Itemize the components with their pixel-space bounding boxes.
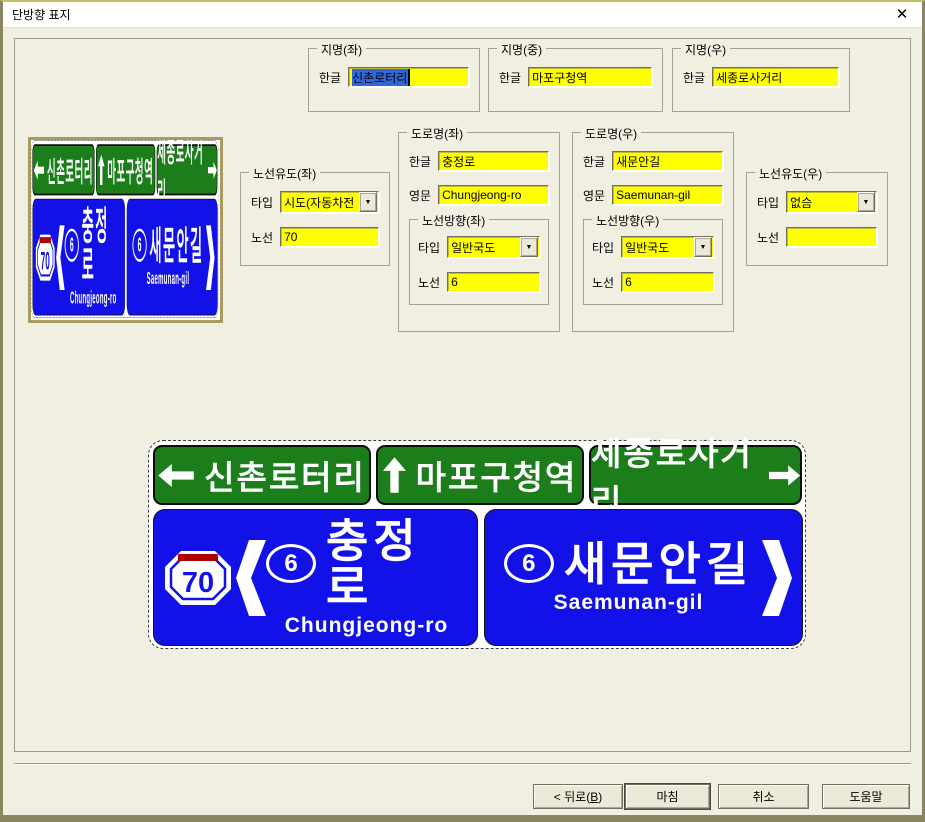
arrow-right-icon — [769, 464, 800, 487]
direction-left-route-input[interactable]: 6 — [447, 272, 540, 292]
group-place-right: 지명(우) 한글 세종로사거리 — [672, 48, 850, 112]
sign-panel-top-right: 세종로사거리 — [589, 445, 802, 505]
chevron-down-icon[interactable]: ▼ — [694, 237, 712, 257]
group-route-direction-right: 노선방향(우) 타입 일반국도 ▼ 노선 6 — [583, 219, 723, 305]
chevron-right-icon — [206, 225, 215, 290]
type-label: 타입 — [251, 194, 273, 211]
group-route-guide-right: 노선유도(우) 타입 없슴 ▼ 노선 — [746, 172, 888, 266]
place-right-hangul-input[interactable]: 세종로사거리 — [712, 67, 839, 87]
titlebar: 단방향 표지 ✕ — [3, 2, 922, 28]
sign-preview: 신촌로터리 마포구청역 세종로사거리 70 6 충정로 C — [148, 440, 806, 649]
sign-panel-road-left: 70 6 충정로 Chungjeong-ro — [32, 199, 125, 316]
sign-panel-road-right: 6 새문안길 Saemunan-gil — [127, 199, 218, 316]
route-guide-right-type-select[interactable]: 없슴 ▼ — [786, 191, 877, 213]
footer-separator — [14, 763, 911, 765]
close-icon[interactable]: ✕ — [891, 7, 913, 22]
selected-text: 신촌로터리 — [352, 69, 410, 86]
route-guide-right-route-input[interactable] — [786, 227, 877, 247]
type-label: 타입 — [418, 239, 440, 256]
arrow-left-icon — [34, 160, 44, 180]
group-road-right: 도로명(우) 한글 새문안길 영문 Saemunan-gil 노선방향(우) 타… — [572, 132, 734, 332]
group-route-direction-left: 노선방향(좌) 타입 일반국도 ▼ 노선 6 — [409, 219, 549, 305]
sign-panel-top-left: 신촌로터리 — [32, 144, 94, 195]
group-route-guide-left: 노선유도(좌) 타입 시도(자동차전 ▼ 노선 70 — [240, 172, 390, 266]
cancel-button[interactable]: 취소 — [718, 784, 809, 809]
road-left-hangul-input[interactable]: 충정로 — [438, 151, 549, 171]
group-title: 노선방향(우) — [592, 212, 663, 229]
direction-right-route-input[interactable]: 6 — [621, 272, 714, 292]
arrow-left-icon — [158, 464, 194, 487]
chevron-right-icon — [762, 540, 792, 616]
hangul-label: 한글 — [319, 69, 341, 86]
group-title: 지명(우) — [681, 41, 730, 58]
group-title: 도로명(좌) — [407, 125, 467, 142]
svg-text:70: 70 — [41, 246, 50, 274]
sign-panel-top-left: 신촌로터리 — [153, 445, 371, 505]
direction-left-type-select[interactable]: 일반국도 ▼ — [447, 236, 540, 258]
road-right-hangul-input[interactable]: 새문안길 — [612, 151, 723, 171]
hangul-label: 한글 — [499, 69, 521, 86]
route-shield-70-icon: 70 — [36, 233, 55, 281]
type-label: 타입 — [757, 194, 779, 211]
group-title: 지명(중) — [497, 41, 546, 58]
sign-panel-top-right: 세종로사거리 — [157, 144, 218, 195]
route-label: 노선 — [251, 229, 273, 246]
route-number-oval: 6 — [266, 544, 316, 583]
english-label: 영문 — [583, 187, 605, 204]
english-label: 영문 — [409, 187, 431, 204]
road-left-english-input[interactable]: Chungjeong-ro — [438, 185, 549, 205]
sign-thumbnail-preview: 신촌로터리 마포구청역 세종로사거리 70 — [28, 137, 223, 323]
chevron-left-icon — [56, 225, 65, 290]
chevron-down-icon[interactable]: ▼ — [520, 237, 538, 257]
arrow-right-icon — [208, 160, 217, 180]
route-label: 노선 — [757, 229, 779, 246]
chevron-down-icon[interactable]: ▼ — [359, 192, 377, 212]
hangul-label: 한글 — [583, 153, 605, 170]
svg-text:70: 70 — [182, 567, 214, 599]
help-button[interactable]: 도움말 — [822, 784, 910, 809]
group-place-left: 지명(좌) 한글 신촌로터리 — [308, 48, 480, 112]
sign-panel-road-left: 70 6 충정로 Chungjeong-ro — [153, 509, 478, 646]
group-title: 지명(좌) — [317, 41, 366, 58]
route-shield-70-icon: 70 — [164, 550, 232, 606]
sign-panel-top-center: 마포구청역 — [376, 445, 584, 505]
group-place-center: 지명(중) 한글 마포구청역 — [488, 48, 663, 112]
type-label: 타입 — [592, 239, 614, 256]
finish-button[interactable]: 마침 — [625, 784, 710, 809]
route-guide-left-route-input[interactable]: 70 — [280, 227, 379, 247]
group-title: 노선유도(우) — [755, 165, 826, 182]
sign-thumbnail: 신촌로터리 마포구청역 세종로사거리 70 — [31, 140, 219, 318]
chevron-down-icon[interactable]: ▼ — [857, 192, 875, 212]
place-left-hangul-input[interactable]: 신촌로터리 — [348, 67, 469, 87]
hangul-label: 한글 — [409, 153, 431, 170]
route-label: 노선 — [418, 274, 440, 291]
sign-panel-top-center: 마포구청역 — [96, 144, 155, 195]
group-title: 노선유도(좌) — [249, 165, 320, 182]
sign-panel-road-right: 6 새문안길 Saemunan-gil — [484, 509, 803, 646]
route-number-oval: 6 — [504, 544, 554, 583]
hangul-label: 한글 — [683, 69, 705, 86]
route-number-oval: 6 — [132, 229, 146, 262]
route-guide-left-type-select[interactable]: 시도(자동차전 ▼ — [280, 191, 379, 213]
route-number-oval: 6 — [65, 229, 79, 262]
group-road-left: 도로명(좌) 한글 충정로 영문 Chungjeong-ro 노선방향(좌) 타… — [398, 132, 560, 332]
direction-right-type-select[interactable]: 일반국도 ▼ — [621, 236, 714, 258]
back-button[interactable]: < 뒤로(B) — [533, 784, 623, 809]
arrow-up-icon — [98, 154, 105, 185]
group-title: 도로명(우) — [581, 125, 641, 142]
arrow-up-icon — [383, 457, 406, 493]
road-right-english-input[interactable]: Saemunan-gil — [612, 185, 723, 205]
group-title: 노선방향(좌) — [418, 212, 489, 229]
window-title: 단방향 표지 — [12, 6, 71, 23]
place-center-hangul-input[interactable]: 마포구청역 — [528, 67, 652, 87]
route-label: 노선 — [592, 274, 614, 291]
chevron-left-icon — [236, 540, 266, 616]
